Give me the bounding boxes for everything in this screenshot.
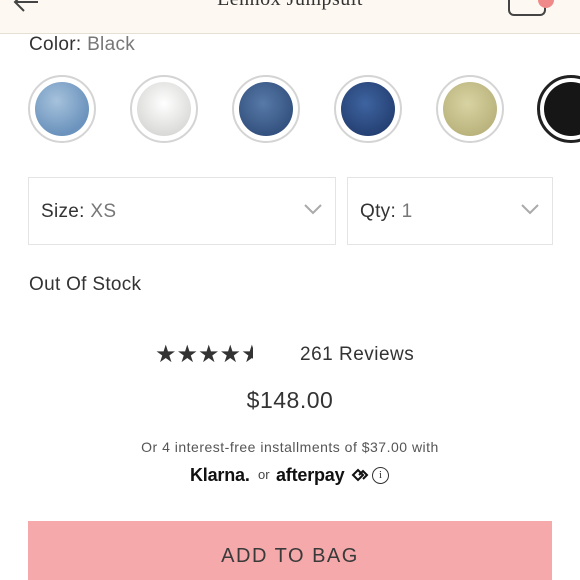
add-to-bag-label: ADD TO BAG: [221, 545, 359, 567]
swatch-fill: [239, 82, 293, 136]
reviews-link[interactable]: 261 Reviews: [300, 344, 414, 366]
header-bar: Lennox Jumpsuit: [0, 0, 580, 34]
color-label: Color:: [29, 34, 82, 55]
swatch-fill: [137, 82, 191, 136]
klarna-logo[interactable]: Klarna.: [190, 465, 250, 486]
swatch-white[interactable]: [130, 75, 198, 143]
qty-select-text: Qty: 1: [360, 201, 413, 223]
swatch-fill: [35, 82, 89, 136]
info-icon[interactable]: i: [372, 467, 389, 484]
size-value: XS: [90, 201, 117, 222]
color-selection-label: Color: Black: [29, 34, 135, 56]
qty-label: Qty:: [360, 201, 397, 222]
qty-value: 1: [401, 201, 413, 222]
star-icon: ★: [219, 341, 242, 368]
star-rating[interactable]: ★★★★★: [155, 343, 253, 367]
swatch-fill: [443, 82, 497, 136]
product-price: $148.00: [246, 387, 334, 413]
half-star-icon: ★: [241, 343, 254, 367]
swatch-fill: [544, 82, 580, 136]
swatch-black[interactable]: [537, 75, 580, 143]
size-select-text: Size: XS: [41, 201, 116, 223]
chevron-down-icon: [521, 204, 539, 215]
star-icon: ★: [176, 341, 199, 368]
swatch-light-wash-denim[interactable]: [28, 75, 96, 143]
swatch-khaki[interactable]: [436, 75, 504, 143]
size-label: Size:: [41, 201, 85, 222]
size-select[interactable]: Size: XS: [28, 177, 336, 245]
or-text: or: [258, 467, 270, 482]
swatch-dark-denim[interactable]: [334, 75, 402, 143]
stock-status: Out Of Stock: [29, 274, 142, 295]
afterpay-icon: [351, 468, 369, 482]
color-value: Black: [87, 34, 136, 55]
afterpay-logo[interactable]: afterpay: [276, 465, 345, 486]
chevron-down-icon: [304, 204, 322, 215]
add-to-bag-button[interactable]: ADD TO BAG: [28, 521, 552, 580]
swatch-fill: [341, 82, 395, 136]
swatch-medium-denim[interactable]: [232, 75, 300, 143]
page-title: Lennox Jumpsuit: [0, 0, 580, 11]
star-icon: ★: [198, 341, 220, 368]
qty-select[interactable]: Qty: 1: [347, 177, 553, 245]
installments-text: Or 4 interest-free installments of $37.0…: [141, 439, 439, 455]
star-icon: ★: [155, 341, 177, 368]
